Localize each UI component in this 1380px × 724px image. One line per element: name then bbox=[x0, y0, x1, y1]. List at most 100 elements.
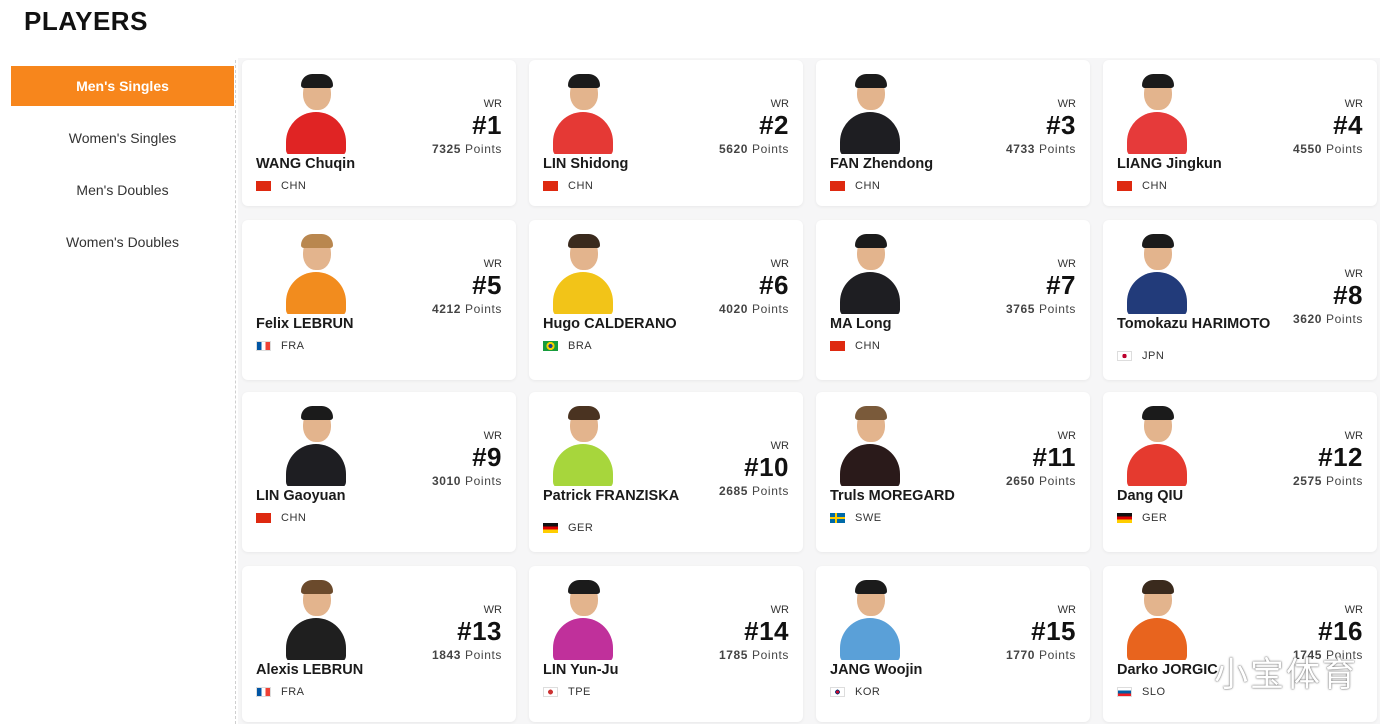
points-value: 4212 Points bbox=[432, 302, 502, 316]
points-number: 2685 bbox=[718, 484, 749, 498]
player-photo bbox=[282, 406, 350, 486]
flag-icon-chn bbox=[830, 341, 845, 351]
player-card[interactable]: WR #16 1745 Points Darko JORGIC SLO bbox=[1103, 566, 1377, 722]
player-photo bbox=[549, 74, 617, 154]
flag-icon-slo bbox=[1117, 687, 1132, 697]
flag-icon-kor bbox=[830, 687, 845, 697]
player-photo bbox=[1123, 74, 1191, 154]
country-code: CHN bbox=[855, 340, 881, 352]
points-value: 4550 Points bbox=[1293, 142, 1363, 156]
points-number: 4733 bbox=[1005, 142, 1036, 156]
player-country: GER bbox=[1117, 512, 1167, 524]
player-name: Tomokazu HARIMOTO bbox=[1117, 316, 1271, 332]
flag-icon-fra bbox=[256, 341, 271, 351]
points-number: 3620 bbox=[1292, 312, 1323, 326]
player-card[interactable]: WR #2 5620 Points LIN Shidong CHN bbox=[529, 60, 803, 206]
country-code: FRA bbox=[281, 686, 305, 698]
points-number: 2575 bbox=[1292, 474, 1323, 488]
player-card[interactable]: WR #13 1843 Points Alexis LEBRUN FRA bbox=[242, 566, 516, 722]
rank-number: #13 bbox=[457, 616, 502, 646]
sidebar-item-womens-doubles[interactable]: Women's Doubles bbox=[11, 222, 234, 262]
points-value: 7325 Points bbox=[432, 142, 502, 156]
sidebar-item-mens-singles[interactable]: Men's Singles bbox=[11, 66, 234, 106]
wr-label: WR bbox=[483, 604, 502, 616]
player-card[interactable]: WR #1 7325 Points WANG Chuqin CHN bbox=[242, 60, 516, 206]
player-card[interactable]: WR #14 1785 Points LIN Yun-Ju TPE bbox=[529, 566, 803, 722]
player-card[interactable]: WR #3 4733 Points FAN Zhendong CHN bbox=[816, 60, 1090, 206]
player-card[interactable]: WR #11 2650 Points Truls MOREGARD SWE bbox=[816, 392, 1090, 552]
player-card[interactable]: WR #10 2685 Points Patrick FRANZISKA GER bbox=[529, 392, 803, 552]
flag-icon-tpe bbox=[543, 687, 558, 697]
player-name: MA Long bbox=[830, 316, 892, 332]
country-code: TPE bbox=[568, 686, 591, 698]
rank-number: #5 bbox=[472, 270, 502, 300]
player-country: FRA bbox=[256, 686, 305, 698]
sidebar-item-womens-singles[interactable]: Women's Singles bbox=[11, 118, 234, 158]
points-label: Points bbox=[1039, 648, 1076, 662]
player-card[interactable]: WR #7 3765 Points MA Long CHN bbox=[816, 220, 1090, 380]
player-card[interactable]: WR #6 4020 Points Hugo CALDERANO BRA bbox=[529, 220, 803, 380]
player-photo bbox=[282, 580, 350, 660]
rank-number: #4 bbox=[1333, 110, 1363, 140]
player-country: GER bbox=[543, 522, 593, 534]
country-code: GER bbox=[568, 522, 594, 534]
player-country: CHN bbox=[543, 180, 593, 192]
sidebar-item-mens-doubles[interactable]: Men's Doubles bbox=[11, 170, 234, 210]
wr-label: WR bbox=[770, 258, 789, 270]
player-photo bbox=[1123, 234, 1191, 314]
player-card[interactable]: WR #9 3010 Points LIN Gaoyuan CHN bbox=[242, 392, 516, 552]
watermark: 小宝体育 bbox=[1214, 656, 1358, 694]
player-country: KOR bbox=[830, 686, 880, 698]
points-number: 2650 bbox=[1005, 474, 1036, 488]
country-code: FRA bbox=[281, 340, 305, 352]
rank-number: #6 bbox=[759, 270, 789, 300]
points-value: 1843 Points bbox=[432, 648, 502, 662]
player-country: JPN bbox=[1117, 350, 1164, 362]
rank-number: #10 bbox=[744, 452, 789, 482]
points-label: Points bbox=[465, 142, 502, 156]
country-code: KOR bbox=[855, 686, 881, 698]
player-card[interactable]: WR #12 2575 Points Dang QIU GER bbox=[1103, 392, 1377, 552]
player-name: Alexis LEBRUN bbox=[256, 662, 364, 678]
player-name: LIN Yun-Ju bbox=[543, 662, 619, 678]
wr-label: WR bbox=[1057, 430, 1076, 442]
rank-number: #14 bbox=[744, 616, 789, 646]
points-value: 5620 Points bbox=[719, 142, 789, 156]
points-number: 4550 bbox=[1292, 142, 1323, 156]
points-number: 3010 bbox=[431, 474, 462, 488]
player-photo bbox=[836, 580, 904, 660]
points-value: 2575 Points bbox=[1293, 474, 1363, 488]
flag-icon-chn bbox=[830, 181, 845, 191]
wr-label: WR bbox=[1344, 604, 1363, 616]
player-photo bbox=[282, 234, 350, 314]
wr-label: WR bbox=[1057, 604, 1076, 616]
rank-number: #9 bbox=[472, 442, 502, 472]
player-photo bbox=[282, 74, 350, 154]
player-name: JANG Woojin bbox=[830, 662, 923, 678]
player-country: FRA bbox=[256, 340, 305, 352]
player-card[interactable]: WR #15 1770 Points JANG Woojin KOR bbox=[816, 566, 1090, 722]
flag-icon-chn bbox=[256, 513, 271, 523]
points-label: Points bbox=[1326, 142, 1363, 156]
points-number: 1843 bbox=[431, 648, 462, 662]
country-code: BRA bbox=[568, 340, 593, 352]
points-label: Points bbox=[465, 302, 502, 316]
wr-label: WR bbox=[1057, 258, 1076, 270]
player-card[interactable]: WR #4 4550 Points LIANG Jingkun CHN bbox=[1103, 60, 1377, 206]
country-code: JPN bbox=[1142, 350, 1165, 362]
points-value: 3620 Points bbox=[1293, 312, 1363, 326]
points-number: 4212 bbox=[431, 302, 462, 316]
player-country: BRA bbox=[543, 340, 592, 352]
country-code: CHN bbox=[568, 180, 594, 192]
points-value: 4733 Points bbox=[1006, 142, 1076, 156]
wr-label: WR bbox=[1344, 98, 1363, 110]
points-label: Points bbox=[752, 142, 789, 156]
rank-number: #11 bbox=[1032, 442, 1076, 472]
player-country: SLO bbox=[1117, 686, 1166, 698]
points-value: 2685 Points bbox=[719, 484, 789, 498]
player-card[interactable]: WR #8 3620 Points Tomokazu HARIMOTO JPN bbox=[1103, 220, 1377, 380]
player-photo bbox=[549, 580, 617, 660]
player-card[interactable]: WR #5 4212 Points Felix LEBRUN FRA bbox=[242, 220, 516, 380]
player-photo bbox=[836, 74, 904, 154]
player-photo bbox=[549, 406, 617, 486]
